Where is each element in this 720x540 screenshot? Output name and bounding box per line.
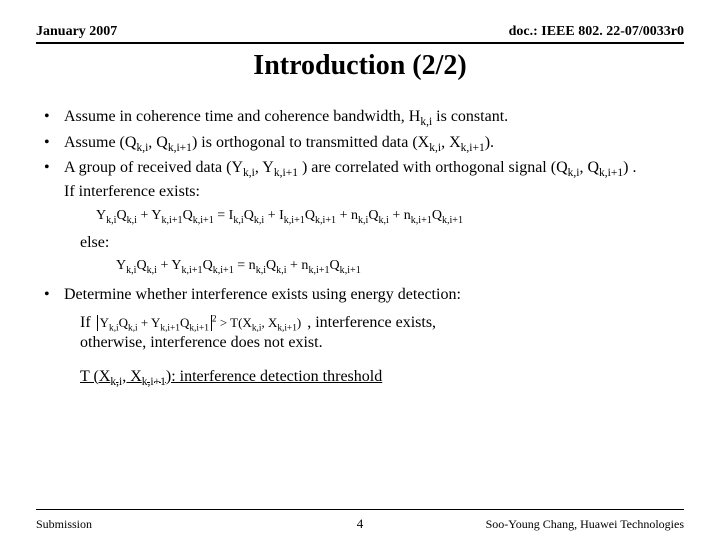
slide: January 2007 doc.: IEEE 802. 22-07/0033r… <box>0 0 720 540</box>
bullet-text: Determine whether interference exists us… <box>64 286 461 303</box>
footer-page-number: 4 <box>357 516 364 532</box>
if-label: If <box>80 314 91 332</box>
if-tail: , interference exists, <box>307 314 436 332</box>
footer-rule <box>36 509 684 510</box>
header-date: January 2007 <box>36 24 117 40</box>
header-rule <box>36 42 684 44</box>
equation-1: Yk,iQk,i + Yk,i+1Qk,i+1 = Ik,iQk,i + Ik,… <box>36 208 684 224</box>
bullet-text: A group of received data (Yk,i, Yk,i+1 )… <box>64 159 636 176</box>
bullet-list-2: Determine whether interference exists us… <box>36 284 684 306</box>
footer-left: Submission <box>36 517 92 532</box>
footer: Submission 4 Soo-Young Chang, Huawei Tec… <box>36 517 684 532</box>
bullet-tail: If interference exists: <box>64 181 684 203</box>
equation-2: Yk,iQk,i + Yk,i+1Qk,i+1 = nk,iQk,i + nk,… <box>36 258 684 274</box>
bullet-text: Assume in coherence time and coherence b… <box>64 108 508 125</box>
header-row: January 2007 doc.: IEEE 802. 22-07/0033r… <box>36 24 684 42</box>
bullet-text: Assume (Qk,i, Qk,i+1) is orthogonal to t… <box>64 134 494 151</box>
page-title: Introduction (2/2) <box>36 50 684 82</box>
bullet-list: Assume in coherence time and coherence b… <box>36 106 684 202</box>
header-docid: doc.: IEEE 802. 22-07/0033r0 <box>509 24 684 40</box>
bullet-item: Assume (Qk,i, Qk,i+1) is orthogonal to t… <box>36 132 684 154</box>
footer-right: Soo-Young Chang, Huawei Technologies <box>486 517 684 532</box>
if-row: If Yk,iQk,i + Yk,i+1Qk,i+12 > T(Xk,i, Xk… <box>36 314 684 332</box>
if-equation: Yk,iQk,i + Yk,i+1Qk,i+12 > T(Xk,i, Xk,i+… <box>97 315 302 331</box>
otherwise-line: otherwise, interference does not exist. <box>36 332 684 354</box>
bullet-item: A group of received data (Yk,i, Yk,i+1 )… <box>36 157 684 202</box>
else-label: else: <box>36 234 684 252</box>
bullet-item: Assume in coherence time and coherence b… <box>36 106 684 128</box>
bullet-item: Determine whether interference exists us… <box>36 284 684 306</box>
threshold-line: T (Xk,i, Xk,i+1): interference detection… <box>36 368 684 386</box>
